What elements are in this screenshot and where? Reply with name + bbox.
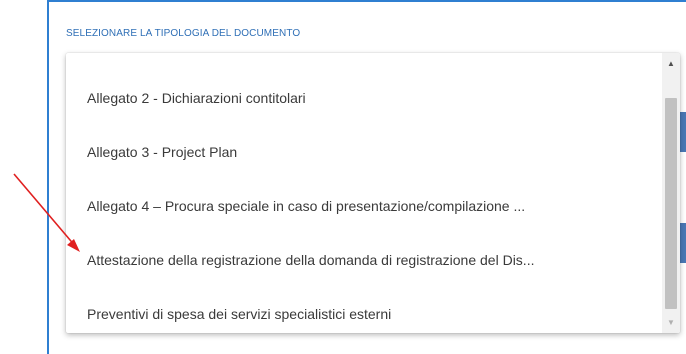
dropdown-options-list: Allegato 2 - Dichiarazioni contitolari A… <box>66 71 656 333</box>
chevron-down-icon[interactable]: ▼ <box>662 314 680 331</box>
dropdown-scrollbar[interactable]: ▲ ▼ <box>662 53 680 333</box>
screenshot-stage: SELEZIONARE LA TIPOLOGIA DEL DOCUMENTO A… <box>0 0 686 354</box>
dropdown-option[interactable]: Preventivi di spesa dei servizi speciali… <box>66 287 656 333</box>
scrollbar-thumb[interactable] <box>665 98 677 309</box>
dropdown-option[interactable]: Attestazione della registrazione della d… <box>66 233 656 287</box>
dropdown-option[interactable]: Allegato 2 - Dichiarazioni contitolari <box>66 71 656 125</box>
chevron-up-icon[interactable]: ▲ <box>662 55 680 72</box>
document-type-dropdown[interactable]: Allegato 2 - Dichiarazioni contitolari A… <box>66 53 680 333</box>
dropdown-option[interactable]: Allegato 4 – Procura speciale in caso di… <box>66 179 656 233</box>
dropdown-option[interactable]: Allegato 3 - Project Plan <box>66 125 656 179</box>
document-type-label: SELEZIONARE LA TIPOLOGIA DEL DOCUMENTO <box>66 28 301 39</box>
